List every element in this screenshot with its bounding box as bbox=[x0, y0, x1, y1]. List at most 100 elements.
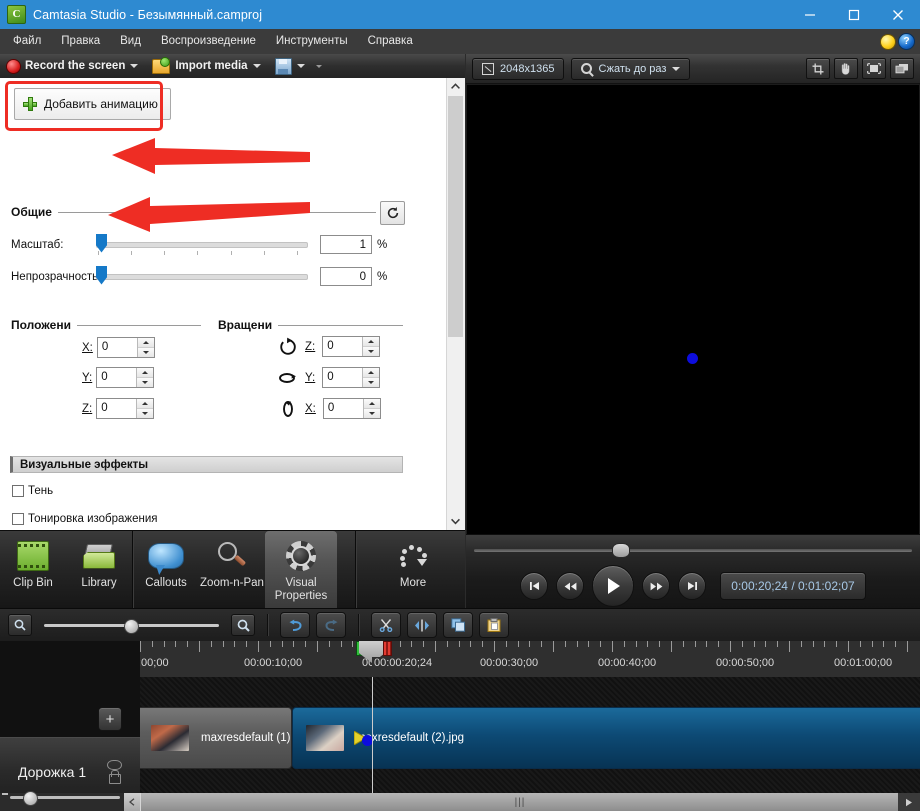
position-y-down[interactable] bbox=[137, 378, 153, 387]
timeline-zoom-thumb[interactable] bbox=[124, 619, 139, 634]
timeline-ruler[interactable]: :00;00 00:00:10;00 00:00:20;00 00:00:30;… bbox=[140, 641, 920, 678]
record-chevron-down-icon[interactable] bbox=[130, 64, 138, 68]
cut-button[interactable] bbox=[371, 612, 401, 638]
position-x-down[interactable] bbox=[138, 348, 154, 357]
track-lock-icon[interactable] bbox=[109, 774, 121, 784]
timeline-hscroll-thumb[interactable]: ||| bbox=[140, 793, 899, 811]
position-z-down[interactable] bbox=[137, 409, 153, 418]
hscroll-right-arrow-icon[interactable] bbox=[898, 793, 920, 811]
timeline-clip-2[interactable]: maxresdefault (2).jpg bbox=[292, 707, 920, 769]
produce-share-button[interactable] bbox=[268, 54, 329, 78]
rotation-y-input[interactable]: 0 bbox=[322, 367, 380, 388]
preview-canvas[interactable] bbox=[467, 85, 919, 534]
title-bar: C Camtasia Studio - Безымянный.camproj bbox=[0, 0, 920, 29]
opacity-value-input[interactable]: 0 bbox=[320, 267, 372, 286]
tab-clip-bin[interactable]: Clip Bin bbox=[0, 531, 66, 609]
rotation-x-down[interactable] bbox=[364, 409, 380, 418]
add-track-button[interactable]: + bbox=[98, 707, 122, 731]
rotation-z-down[interactable] bbox=[363, 347, 379, 356]
add-animation-button[interactable]: Добавить анимацию bbox=[14, 88, 171, 120]
timeline-zoom-out-button[interactable] bbox=[8, 614, 32, 636]
track-visibility-icon[interactable] bbox=[107, 760, 122, 770]
paste-button[interactable] bbox=[479, 612, 509, 638]
record-screen-button[interactable]: Record the screen bbox=[0, 54, 145, 78]
effect-shadow-row[interactable]: Тень bbox=[12, 485, 53, 497]
tab-zoom-n-pan[interactable]: Zoom-n-Pan bbox=[199, 531, 265, 609]
tab-library[interactable]: Library bbox=[66, 531, 132, 609]
canvas-object-marker[interactable] bbox=[687, 353, 698, 364]
play-button[interactable] bbox=[592, 565, 634, 607]
rotation-z-up[interactable] bbox=[363, 337, 379, 347]
maximize-button[interactable] bbox=[832, 0, 876, 29]
tab-callouts[interactable]: Callouts bbox=[133, 531, 199, 609]
menu-file[interactable]: Файл bbox=[3, 29, 51, 54]
position-z-input[interactable]: 0 bbox=[96, 398, 154, 419]
hscroll-left-arrow-icon[interactable] bbox=[124, 793, 140, 811]
fast-forward-button[interactable] bbox=[642, 572, 670, 600]
menu-edit[interactable]: Правка bbox=[51, 29, 110, 54]
menu-tools[interactable]: Инструменты bbox=[266, 29, 358, 54]
properties-scrollbar[interactable] bbox=[446, 78, 465, 530]
hand-button[interactable] bbox=[834, 58, 858, 79]
timeline-clip-1[interactable]: maxresdefault (1). bbox=[140, 707, 292, 769]
seek-bar-thumb[interactable] bbox=[612, 543, 630, 558]
close-button[interactable] bbox=[876, 0, 920, 29]
add-animation-label: Добавить анимацию bbox=[44, 97, 158, 111]
next-frame-button[interactable] bbox=[678, 572, 706, 600]
rotation-x-input[interactable]: 0 bbox=[323, 398, 381, 419]
position-y-input[interactable]: 0 bbox=[96, 367, 154, 388]
timeline-zoom-slider[interactable] bbox=[44, 624, 219, 627]
tab-visual-properties[interactable]: Visual Properties bbox=[265, 531, 337, 609]
opacity-slider-track[interactable] bbox=[96, 274, 308, 280]
produce-chevron-down-icon[interactable] bbox=[297, 64, 305, 68]
selection-end-handle[interactable] bbox=[383, 641, 392, 656]
fit-screen-button[interactable] bbox=[862, 58, 886, 79]
scale-slider-track[interactable] bbox=[96, 242, 308, 248]
tab-more[interactable]: More bbox=[380, 531, 446, 609]
detach-button[interactable] bbox=[890, 58, 914, 79]
menu-playback[interactable]: Воспроизведение bbox=[151, 29, 266, 54]
scroll-up-arrow-icon[interactable] bbox=[447, 78, 464, 95]
crop-button[interactable] bbox=[806, 58, 830, 79]
menu-help[interactable]: Справка bbox=[358, 29, 423, 54]
effect-shadow-checkbox[interactable] bbox=[12, 485, 24, 497]
scroll-down-arrow-icon[interactable] bbox=[447, 513, 464, 530]
position-x-up[interactable] bbox=[138, 338, 154, 348]
tab-more-label: More bbox=[400, 577, 426, 590]
track-height-slider[interactable] bbox=[10, 796, 120, 799]
effect-colorize-row[interactable]: Тонировка изображения bbox=[12, 513, 158, 525]
scale-value-input[interactable]: 1 bbox=[320, 235, 372, 254]
effect-colorize-checkbox[interactable] bbox=[12, 513, 24, 525]
timeline-tracks-area[interactable]: maxresdefault (1). maxresdefault (2).jpg bbox=[140, 677, 920, 811]
position-y-up[interactable] bbox=[137, 368, 153, 378]
canvas-zoom-chevron-down-icon[interactable] bbox=[672, 67, 680, 71]
previous-frame-button[interactable] bbox=[520, 572, 548, 600]
lightbulb-icon[interactable] bbox=[881, 35, 895, 49]
rotation-y-down[interactable] bbox=[363, 378, 379, 387]
split-button[interactable] bbox=[407, 612, 437, 638]
tab-group-effects: Callouts Zoom-n-Pan Visual Properties bbox=[133, 531, 337, 609]
redo-button[interactable] bbox=[316, 612, 346, 638]
timeline-zoom-in-button[interactable] bbox=[231, 614, 255, 636]
scale-label: Масштаб: bbox=[11, 239, 96, 251]
rotation-y-up[interactable] bbox=[363, 368, 379, 378]
rewind-button[interactable] bbox=[556, 572, 584, 600]
seek-bar-track[interactable] bbox=[474, 549, 912, 552]
copy-button[interactable] bbox=[443, 612, 473, 638]
undo-button[interactable] bbox=[280, 612, 310, 638]
position-z-up[interactable] bbox=[137, 399, 153, 409]
canvas-dimensions-button[interactable]: 2048x1365 bbox=[472, 58, 564, 80]
position-x-input[interactable]: 0 bbox=[97, 337, 155, 358]
rotation-x-up[interactable] bbox=[364, 399, 380, 409]
reset-properties-button[interactable] bbox=[380, 201, 405, 225]
menu-view[interactable]: Вид bbox=[110, 29, 151, 54]
properties-scroll-thumb[interactable] bbox=[448, 96, 463, 337]
import-media-button[interactable]: Import media bbox=[145, 54, 267, 78]
canvas-zoom-dropdown[interactable]: Сжать до раз bbox=[571, 58, 690, 80]
import-chevron-down-icon[interactable] bbox=[253, 64, 261, 68]
minimize-button[interactable] bbox=[788, 0, 832, 29]
toolbar-overflow-icon[interactable] bbox=[316, 65, 322, 68]
help-icon[interactable]: ? bbox=[899, 34, 914, 49]
rotation-z-input[interactable]: 0 bbox=[322, 336, 380, 357]
track-height-thumb[interactable] bbox=[23, 791, 38, 806]
